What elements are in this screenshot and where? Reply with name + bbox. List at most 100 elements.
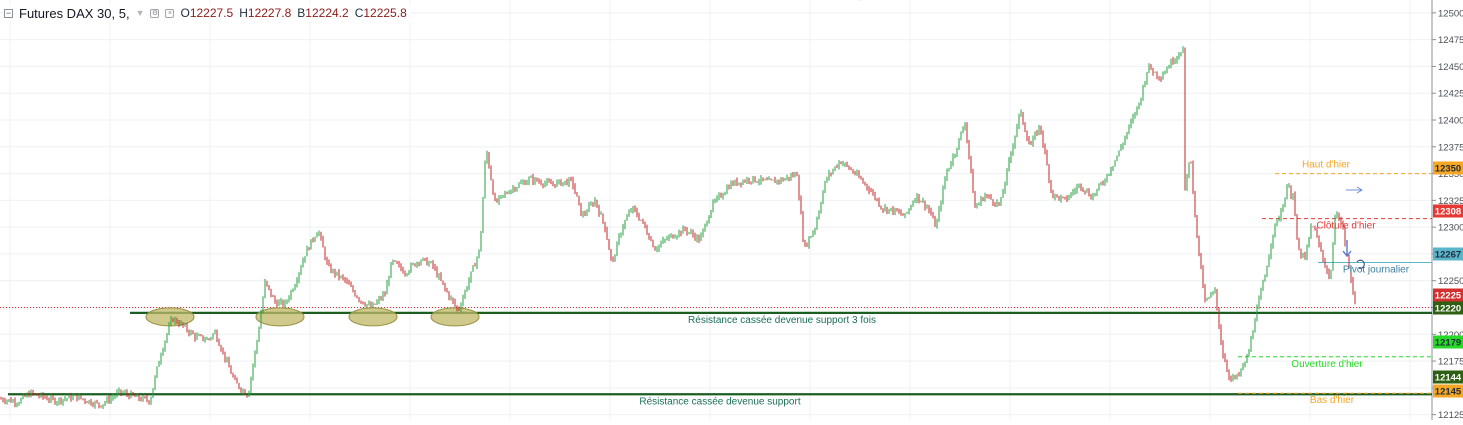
candle-body bbox=[918, 194, 920, 202]
candle-body bbox=[552, 184, 554, 186]
candle-body bbox=[598, 206, 600, 215]
candle-body bbox=[300, 267, 302, 273]
candle-body bbox=[218, 340, 220, 346]
price-chart[interactable]: 1212512150121751220012225122501227512300… bbox=[0, 0, 1463, 421]
candle-body bbox=[962, 128, 964, 133]
candle-body bbox=[1280, 211, 1282, 219]
candle-body bbox=[1254, 321, 1256, 332]
candle-body bbox=[1110, 169, 1112, 174]
candle-body bbox=[1260, 290, 1262, 299]
candle-body bbox=[910, 206, 912, 209]
candle-body bbox=[1288, 185, 1290, 188]
candle-body bbox=[1104, 181, 1106, 184]
candle-body bbox=[64, 398, 66, 400]
candle-body bbox=[1018, 114, 1020, 127]
candle-body bbox=[710, 210, 712, 218]
candle-body bbox=[404, 273, 406, 275]
chart-canvas[interactable]: 1212512150121751220012225122501227512300… bbox=[0, 0, 1463, 421]
candle-body bbox=[206, 338, 208, 340]
candle-body bbox=[1006, 169, 1008, 184]
candle-body bbox=[460, 304, 462, 310]
candle-body bbox=[102, 404, 104, 408]
candle-body bbox=[1306, 246, 1308, 258]
minus-square-icon[interactable]: − bbox=[4, 8, 13, 18]
candle-body bbox=[832, 169, 834, 174]
candle-body bbox=[344, 277, 346, 281]
candle-body bbox=[226, 359, 228, 361]
candle-body bbox=[368, 303, 370, 305]
candle-body bbox=[172, 318, 174, 322]
candle-body bbox=[426, 258, 428, 266]
candle-body bbox=[524, 181, 526, 185]
candle-body bbox=[752, 176, 754, 182]
candle-body bbox=[60, 398, 62, 403]
candle-body bbox=[1120, 147, 1122, 151]
candle-body bbox=[1070, 192, 1072, 197]
candle-body bbox=[626, 216, 628, 221]
candle-body bbox=[704, 224, 706, 230]
candle-body bbox=[1128, 125, 1130, 133]
candle-body bbox=[1072, 191, 1074, 193]
candle-body bbox=[782, 178, 784, 181]
close-icon[interactable]: × bbox=[165, 8, 175, 18]
candle-body bbox=[410, 264, 412, 272]
candle-body bbox=[922, 200, 924, 202]
candle-body bbox=[772, 179, 774, 181]
candle-body bbox=[1066, 197, 1068, 200]
symbol-title[interactable]: Futures DAX 30, 5, bbox=[19, 6, 130, 21]
candle-body bbox=[320, 232, 322, 238]
candle-body bbox=[126, 392, 128, 395]
candle-body bbox=[498, 196, 500, 202]
candle-body bbox=[1168, 67, 1170, 69]
candle-body bbox=[1328, 271, 1330, 277]
candle-body bbox=[194, 334, 196, 339]
candle-body bbox=[278, 301, 280, 306]
candle-body bbox=[88, 400, 90, 403]
candle-body bbox=[1176, 56, 1178, 61]
candle-body bbox=[310, 239, 312, 250]
candle-body bbox=[104, 402, 106, 405]
candle-body bbox=[1248, 350, 1250, 356]
candle-body bbox=[638, 215, 640, 220]
candle-body bbox=[790, 175, 792, 179]
candle-body bbox=[384, 294, 386, 296]
candle-body bbox=[600, 213, 602, 215]
gear-icon[interactable]: ⚙ bbox=[150, 8, 160, 18]
candle-body bbox=[904, 213, 906, 216]
candle-body bbox=[796, 173, 798, 177]
candle-body bbox=[406, 273, 408, 275]
candle-body bbox=[958, 138, 960, 150]
candle-body bbox=[130, 392, 132, 398]
candle-body bbox=[864, 182, 866, 185]
candle-body bbox=[8, 399, 10, 401]
candle-body bbox=[80, 395, 82, 399]
candle-body bbox=[880, 205, 882, 209]
candle-body bbox=[568, 178, 570, 185]
candle-body bbox=[928, 206, 930, 211]
candle-body bbox=[330, 265, 332, 273]
candle-body bbox=[76, 394, 78, 400]
candle-body bbox=[1076, 186, 1078, 191]
candle-body bbox=[458, 308, 460, 310]
candle-body bbox=[376, 301, 378, 305]
candle-body bbox=[798, 176, 800, 199]
candle-body bbox=[656, 248, 658, 251]
candle-body bbox=[48, 400, 50, 402]
candle-body bbox=[716, 197, 718, 201]
candle-body bbox=[952, 155, 954, 164]
candle-body bbox=[1296, 214, 1298, 240]
candle-body bbox=[714, 200, 716, 202]
level-label: Résistance cassée devenue support bbox=[639, 396, 800, 407]
candle-body bbox=[738, 182, 740, 185]
chevron-down-icon[interactable]: ▼ bbox=[136, 8, 145, 18]
candle-body bbox=[604, 222, 606, 230]
candle-body bbox=[594, 200, 596, 206]
candle-body bbox=[778, 180, 780, 182]
candle-body bbox=[328, 262, 330, 266]
candle-body bbox=[1250, 338, 1252, 351]
candle-body bbox=[140, 398, 142, 401]
candle-body bbox=[940, 202, 942, 209]
candle-body bbox=[836, 166, 838, 168]
candle-body bbox=[418, 262, 420, 264]
candle-body bbox=[976, 205, 978, 208]
